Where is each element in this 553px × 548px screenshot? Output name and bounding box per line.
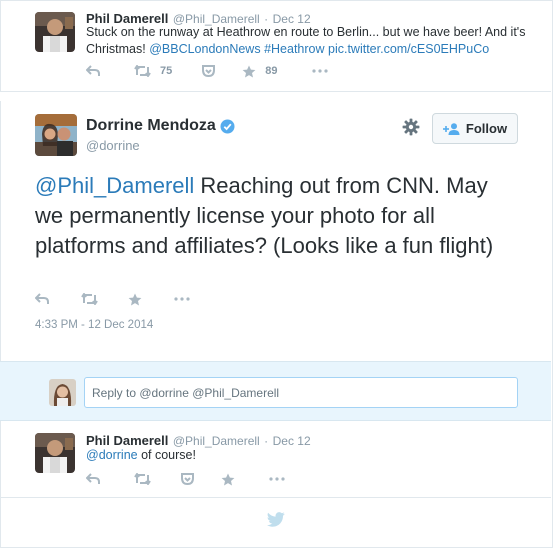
- author-handle[interactable]: @Phil_Damerell: [173, 434, 260, 448]
- pocket-button[interactable]: [202, 65, 216, 77]
- media-link[interactable]: pic.twitter.com/cES0EHPuCo: [328, 42, 489, 56]
- tweet-actions: 75 89: [86, 63, 370, 79]
- tweet-actions: [86, 471, 327, 487]
- more-button[interactable]: [311, 69, 328, 73]
- reply-icon: [86, 473, 100, 484]
- retweet-icon: [81, 293, 98, 305]
- retweet-button[interactable]: [134, 473, 151, 485]
- hashtag-link[interactable]: #Heathrow: [264, 42, 324, 56]
- reply-icon: [86, 65, 100, 76]
- avatar-current-user[interactable]: [49, 379, 76, 406]
- avatar-phil[interactable]: [35, 12, 75, 52]
- retweet-icon: [134, 65, 151, 77]
- reply-button[interactable]: [86, 473, 100, 485]
- separator-dot: ·: [264, 434, 269, 448]
- reply-area: Reply to @dorrine @Phil_Damerell: [0, 361, 551, 421]
- tweet-actions: [35, 291, 232, 307]
- tweet-text: Stuck on the runway at Heathrow en route…: [86, 25, 526, 56]
- favorite-button[interactable]: [221, 473, 235, 486]
- more-icon: [174, 297, 190, 301]
- favorite-button[interactable]: 89: [242, 65, 278, 78]
- tweet-date[interactable]: Dec 12: [273, 434, 311, 448]
- pocket-icon: [202, 65, 216, 77]
- avatar-dorrine[interactable]: [35, 114, 77, 156]
- mention-link[interactable]: @BBCLondonNews: [149, 42, 260, 56]
- pocket-button[interactable]: [181, 473, 194, 485]
- pocket-icon: [181, 473, 194, 485]
- author-name[interactable]: Dorrine Mendoza: [86, 117, 216, 135]
- reply-button[interactable]: [35, 293, 49, 305]
- author-handle[interactable]: @dorrine: [86, 138, 140, 153]
- user-actions-button[interactable]: [402, 118, 420, 141]
- tweet-text: @dorrine of course!: [86, 448, 196, 462]
- gear-icon: [402, 118, 420, 136]
- author-name[interactable]: Phil Damerell: [86, 433, 168, 448]
- tweet-phil-reply[interactable]: Phil Damerell @Phil_Damerell · Dec 12 @d…: [0, 422, 551, 497]
- more-button[interactable]: [174, 297, 190, 301]
- retweet-button[interactable]: [81, 293, 98, 305]
- retweet-icon: [134, 473, 151, 485]
- favorite-icon: [242, 65, 256, 77]
- twitter-bird-icon[interactable]: [267, 512, 285, 527]
- retweet-count: 75: [160, 65, 173, 77]
- favorite-icon: [221, 473, 235, 485]
- tweet-timestamp[interactable]: 4:33 PM - 12 Dec 2014: [35, 319, 153, 331]
- reply-button[interactable]: [86, 65, 100, 77]
- more-icon: [269, 477, 285, 481]
- favorite-count: 89: [265, 65, 278, 77]
- verified-badge-icon: [220, 119, 235, 133]
- reply-icon: [35, 293, 49, 304]
- mention-link[interactable]: @Phil_Damerell: [35, 173, 194, 198]
- mention-link[interactable]: @dorrine: [86, 448, 138, 462]
- more-button[interactable]: [269, 477, 285, 481]
- retweet-button[interactable]: 75: [134, 65, 172, 77]
- thread-footer: [0, 497, 551, 546]
- follow-label: Follow: [465, 121, 508, 136]
- tweet-dorrine-focal[interactable]: Dorrine Mendoza @dorrine Follow @Phil_Da…: [0, 101, 551, 361]
- follow-person-icon: [442, 122, 460, 135]
- divider: [0, 91, 551, 101]
- follow-button[interactable]: Follow: [432, 113, 518, 144]
- more-icon: [311, 69, 328, 73]
- favorite-button[interactable]: [128, 293, 142, 306]
- tweet-phil-original[interactable]: Phil Damerell @Phil_Damerell · Dec 12 St…: [0, 0, 551, 91]
- favorite-icon: [128, 293, 142, 305]
- reply-input[interactable]: Reply to @dorrine @Phil_Damerell: [84, 377, 518, 408]
- tweet-text: @Phil_Damerell Reaching out from CNN. Ma…: [35, 173, 494, 258]
- avatar-phil[interactable]: [35, 433, 75, 473]
